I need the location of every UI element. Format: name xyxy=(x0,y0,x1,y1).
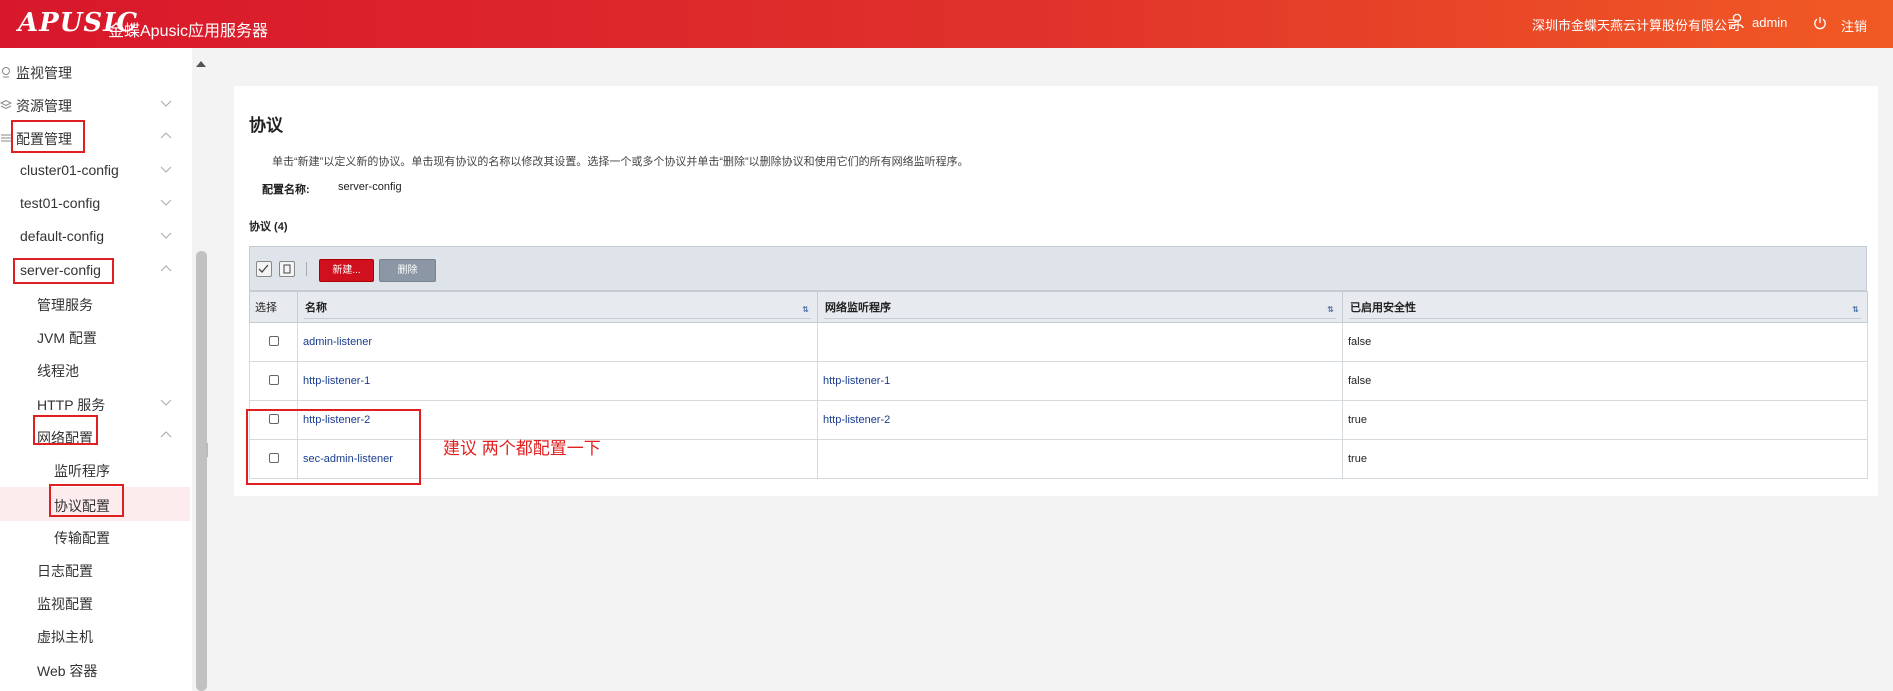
annotation-text: 建议 两个都配置一下 xyxy=(443,439,601,458)
table-toolbar: 新建... 删除 xyxy=(249,246,1867,291)
monitor-icon xyxy=(2,67,10,78)
sidebar-item-label: Web 容器 xyxy=(37,663,98,679)
sidebar-item-label: 监听程序 xyxy=(54,463,110,479)
sidebar-item-monitoring[interactable]: 监视管理 xyxy=(0,56,190,86)
sidebar-item-label: 资源管理 xyxy=(16,98,72,114)
sort-icon[interactable]: ⇅ xyxy=(802,305,809,314)
col-header-label: 已启用安全性 xyxy=(1350,302,1416,314)
col-header-label: 名称 xyxy=(305,302,327,314)
sidebar-item-label: cluster01-config xyxy=(20,162,119,178)
annotation-box-protocol-config xyxy=(49,484,124,517)
config-name-value: server-config xyxy=(338,181,402,193)
scroll-up-arrow-icon[interactable] xyxy=(196,61,206,67)
delete-button[interactable]: 删除 xyxy=(379,259,436,282)
help-text: 单击“新建”以定义新的协议。单击现有协议的名称以修改其设置。选择一个或多个协议并… xyxy=(272,156,969,168)
col-header-name[interactable]: 名称 ⇅ xyxy=(297,291,818,323)
sidebar-item-web-container[interactable]: Web 容器 xyxy=(0,654,190,684)
sidebar-item-listeners[interactable]: 监听程序 xyxy=(0,454,190,484)
sidebar-item-label: 日志配置 xyxy=(37,563,93,579)
splitter-handle[interactable] xyxy=(206,443,208,457)
sidebar-item-jvm-config[interactable]: JVM 配置 xyxy=(0,321,190,351)
annotation-box-rows xyxy=(246,409,421,485)
chevron-down-icon xyxy=(160,166,172,173)
chevron-down-icon xyxy=(160,399,172,406)
security-value: false xyxy=(1342,361,1868,401)
security-value: true xyxy=(1342,439,1868,479)
annotation-box-network-config xyxy=(33,415,98,445)
row-checkbox[interactable] xyxy=(268,374,279,385)
sidebar-item-label: 虚拟主机 xyxy=(37,629,93,645)
sidebar-item-label: 传输配置 xyxy=(54,530,110,546)
table-caption: 协议 (4) xyxy=(249,221,288,233)
sidebar-item-thread-pool[interactable]: 线程池 xyxy=(0,354,190,384)
sort-icon[interactable]: ⇅ xyxy=(1327,305,1334,314)
annotation-box-config-mgmt xyxy=(11,120,85,153)
sidebar-item-monitor-config[interactable]: 监视配置 xyxy=(0,587,190,617)
protocol-name-link[interactable]: http-listener-1 xyxy=(303,375,370,387)
sidebar-item-admin-service[interactable]: 管理服务 xyxy=(0,288,190,318)
chevron-up-icon xyxy=(160,265,172,272)
security-value: false xyxy=(1342,322,1868,362)
select-all-icon[interactable] xyxy=(256,261,272,277)
col-header-security[interactable]: 已启用安全性 ⇅ xyxy=(1342,291,1868,323)
power-icon[interactable] xyxy=(1813,16,1827,30)
top-header: APUSIC 金蝶Apusic应用服务器 深圳市金蝶天燕云计算股份有限公司 ad… xyxy=(0,0,1893,48)
sidebar-item-label: 管理服务 xyxy=(37,297,93,313)
toolbar-divider xyxy=(306,262,307,276)
sidebar-item-label: 监视管理 xyxy=(16,65,72,81)
layers-icon xyxy=(0,99,12,110)
protocol-name-link[interactable]: admin-listener xyxy=(303,336,372,348)
sidebar-item-label: 监视配置 xyxy=(37,596,93,612)
annotation-box-server-config xyxy=(13,258,114,284)
logout-link[interactable]: 注销 xyxy=(1841,16,1867,35)
chevron-up-icon xyxy=(160,132,172,139)
sidebar-item-resources[interactable]: 资源管理 xyxy=(0,89,190,119)
sidebar-item-label: HTTP 服务 xyxy=(37,397,106,413)
config-name-label: 配置名称: xyxy=(262,184,310,196)
chevron-up-icon xyxy=(160,431,172,438)
sidebar-item-http-service[interactable]: HTTP 服务 xyxy=(0,388,190,418)
sidebar-item-label: default-config xyxy=(20,228,105,244)
page-title: 协议 xyxy=(249,116,283,135)
sidebar-item-default-config[interactable]: default-config xyxy=(0,221,190,251)
sidebar-item-virtual-host[interactable]: 虚拟主机 xyxy=(0,620,190,650)
sidebar-item-label: JVM 配置 xyxy=(37,330,97,346)
table-row: http-listener-1 http-listener-1 false xyxy=(249,361,1868,401)
sidebar-item-label: 线程池 xyxy=(37,363,79,379)
security-value: true xyxy=(1342,400,1868,440)
chevron-down-icon xyxy=(160,100,172,107)
app-title: 金蝶Apusic应用服务器 xyxy=(108,23,269,40)
listener-link[interactable]: http-listener-2 xyxy=(823,414,890,426)
sidebar-item-log-config[interactable]: 日志配置 xyxy=(0,554,190,584)
sidebar-item-cluster01-config[interactable]: cluster01-config xyxy=(0,155,190,185)
user-name[interactable]: admin xyxy=(1752,15,1787,30)
new-button[interactable]: 新建... xyxy=(319,259,374,282)
deselect-all-icon[interactable] xyxy=(279,261,295,277)
sidebar-item-label: test01-config xyxy=(20,195,101,211)
row-checkbox[interactable] xyxy=(268,335,279,346)
sidebar-item-transport-config[interactable]: 传输配置 xyxy=(0,521,190,551)
table-row: admin-listener false xyxy=(249,322,1868,362)
listener-link[interactable]: http-listener-1 xyxy=(823,375,890,387)
user-icon xyxy=(1730,13,1744,29)
col-header-listener[interactable]: 网络监听程序 ⇅ xyxy=(817,291,1343,323)
sort-icon[interactable]: ⇅ xyxy=(1852,305,1859,314)
col-header-select: 选择 xyxy=(249,291,298,323)
chevron-down-icon xyxy=(160,232,172,239)
chevron-down-icon xyxy=(160,199,172,206)
sidebar-item-test01-config[interactable]: test01-config xyxy=(0,188,190,218)
company-name: 深圳市金蝶天燕云计算股份有限公司 xyxy=(1532,18,1741,33)
table-header-row: 选择 名称 ⇅ 网络监听程序 ⇅ 已启用安全性 ⇅ xyxy=(249,291,1868,323)
scrollbar-thumb[interactable] xyxy=(196,251,207,691)
col-header-label: 网络监听程序 xyxy=(825,302,891,314)
